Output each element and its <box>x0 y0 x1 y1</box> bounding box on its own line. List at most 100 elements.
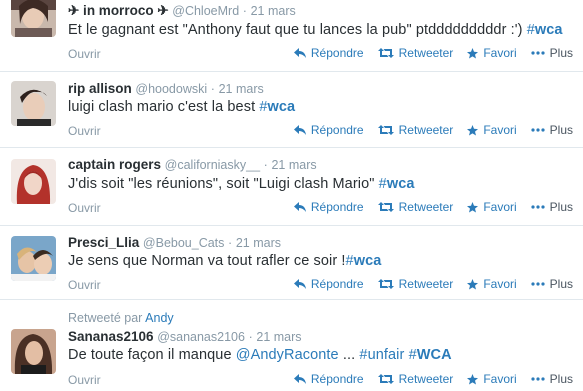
tweet-item[interactable]: ✈ in morroco ✈ @ChloeMrd · 21 mars Et le… <box>0 0 583 72</box>
tweet-header: captain rogers @californiasky__ · 21 mar… <box>68 157 317 173</box>
retweet-button[interactable]: Retweeter <box>377 200 453 214</box>
tweet-text: De toute façon il manque @AndyRaconte ..… <box>68 346 452 364</box>
retweet-button[interactable]: Retweeter <box>377 277 453 291</box>
avatar[interactable] <box>11 0 56 37</box>
open-tweet-link[interactable]: Ouvrir <box>68 278 101 292</box>
favorite-button[interactable]: Favori <box>467 372 517 386</box>
fullname[interactable]: captain rogers <box>68 157 161 172</box>
favorite-label: Favori <box>483 46 517 60</box>
timestamp[interactable]: 21 mars <box>219 82 264 96</box>
favorite-label: Favori <box>483 200 517 214</box>
hashtag-symbol: # <box>526 22 535 38</box>
reply-label: Répondre <box>310 200 364 214</box>
timestamp[interactable]: 21 mars <box>256 330 301 344</box>
more-label: Plus <box>549 200 573 214</box>
separator-dot: · <box>248 330 253 344</box>
favorite-button[interactable]: Favori <box>467 46 517 60</box>
hashtag-link[interactable]: #wca <box>346 253 382 269</box>
tweet-item[interactable]: captain rogers @californiasky__ · 21 mar… <box>0 148 583 226</box>
avatar[interactable] <box>11 236 56 281</box>
reply-label: Répondre <box>310 277 364 291</box>
hashtag-symbol: # <box>408 347 417 363</box>
reply-icon <box>293 125 306 135</box>
retweeted-user-link[interactable]: Andy <box>145 311 174 325</box>
retweet-button[interactable]: Retweeter <box>377 372 453 386</box>
retweet-button[interactable]: Retweeter <box>377 46 454 60</box>
avatar[interactable] <box>11 81 56 126</box>
retweet-icon <box>377 279 394 289</box>
hashtag-link[interactable]: #WCA <box>409 347 452 363</box>
more-button[interactable]: Plus <box>531 123 573 137</box>
avatar[interactable] <box>11 329 56 374</box>
separator-dot: · <box>263 158 268 172</box>
username[interactable]: @Bebou_Cats <box>143 236 225 250</box>
fullname[interactable]: ✈ in morroco ✈ <box>68 3 169 18</box>
tweet-text-body: luigi clash mario c'est la best <box>68 99 260 115</box>
username[interactable]: @ChloeMrd <box>172 4 239 18</box>
more-button[interactable]: Plus <box>531 277 573 291</box>
more-dots-icon <box>531 128 545 132</box>
retweet-label: Retweeter <box>398 123 454 137</box>
star-icon <box>467 278 479 289</box>
username[interactable]: @californiasky__ <box>165 158 260 172</box>
fullname[interactable]: Presci_Llia <box>68 235 139 250</box>
tweet-header: Sananas2106 @sananas2106 · 21 mars <box>68 329 302 345</box>
reply-button[interactable]: Répondre <box>293 123 364 137</box>
separator-dot: · <box>242 4 247 18</box>
retweet-button[interactable]: Retweeter <box>377 123 454 137</box>
more-button[interactable]: Plus <box>531 372 573 386</box>
reply-button[interactable]: Répondre <box>293 372 364 386</box>
tweet-timeline: ✈ in morroco ✈ @ChloeMrd · 21 mars Et le… <box>0 0 583 391</box>
hashtag-word: wca <box>534 22 563 38</box>
reply-icon <box>293 279 306 289</box>
tweet-actions: Répondre Retweeter Favori Plus <box>280 123 573 137</box>
retweet-icon <box>377 374 394 384</box>
fullname[interactable]: Sananas2106 <box>68 329 154 344</box>
timestamp[interactable]: 21 mars <box>236 236 281 250</box>
favorite-label: Favori <box>483 123 517 137</box>
retweet-icon <box>377 125 394 135</box>
tweet-item[interactable]: Retweeté par Andy Sananas2106 @sananas21… <box>0 300 583 391</box>
tweet-item[interactable]: rip allison @hoodowski · 21 mars luigi c… <box>0 72 583 148</box>
hashtag-link[interactable]: #wca <box>259 99 295 115</box>
more-button[interactable]: Plus <box>531 46 573 60</box>
reply-button[interactable]: Répondre <box>293 277 364 291</box>
avatar[interactable] <box>11 159 56 204</box>
username[interactable]: @hoodowski <box>135 82 207 96</box>
separator-dot: · <box>228 236 233 250</box>
favorite-button[interactable]: Favori <box>467 123 517 137</box>
tweet-text: Et le gagnant est "Anthony faut que tu l… <box>68 21 563 39</box>
retweet-label: Retweeter <box>398 46 454 60</box>
separator-dot: · <box>210 82 215 96</box>
timestamp[interactable]: 21 mars <box>271 158 316 172</box>
hashtag-link[interactable]: #unfair <box>359 347 404 363</box>
star-icon <box>467 124 479 135</box>
hashtag-word: unfair <box>367 347 405 363</box>
open-tweet-link[interactable]: Ouvrir <box>68 373 101 387</box>
username[interactable]: @sananas2106 <box>157 330 245 344</box>
mention-link[interactable]: @AndyRaconte <box>236 347 339 363</box>
timestamp[interactable]: 21 mars <box>251 4 296 18</box>
reply-button[interactable]: Répondre <box>293 46 364 60</box>
hashtag-link[interactable]: #wca <box>379 176 415 192</box>
star-icon <box>467 47 479 58</box>
tweet-text: Je sens que Norman va tout rafler ce soi… <box>68 252 381 270</box>
open-tweet-link[interactable]: Ouvrir <box>68 201 101 215</box>
reply-icon <box>293 48 306 58</box>
tweet-header: ✈ in morroco ✈ @ChloeMrd · 21 mars <box>68 3 296 19</box>
hashtag-symbol: # <box>359 347 368 363</box>
favorite-button[interactable]: Favori <box>467 200 517 214</box>
more-label: Plus <box>549 123 573 137</box>
reply-button[interactable]: Répondre <box>293 200 364 214</box>
tweet-item[interactable]: Presci_Llia @Bebou_Cats · 21 mars Je sen… <box>0 226 583 300</box>
open-tweet-link[interactable]: Ouvrir <box>68 124 101 138</box>
more-button[interactable]: Plus <box>531 200 573 214</box>
favorite-label: Favori <box>483 372 517 386</box>
hashtag-word: wca <box>267 99 296 115</box>
favorite-button[interactable]: Favori <box>467 277 517 291</box>
reply-icon <box>293 202 306 212</box>
open-tweet-link[interactable]: Ouvrir <box>68 47 101 61</box>
tweet-header: Presci_Llia @Bebou_Cats · 21 mars <box>68 235 281 251</box>
fullname[interactable]: rip allison <box>68 81 132 96</box>
hashtag-link[interactable]: #wca <box>527 22 563 38</box>
